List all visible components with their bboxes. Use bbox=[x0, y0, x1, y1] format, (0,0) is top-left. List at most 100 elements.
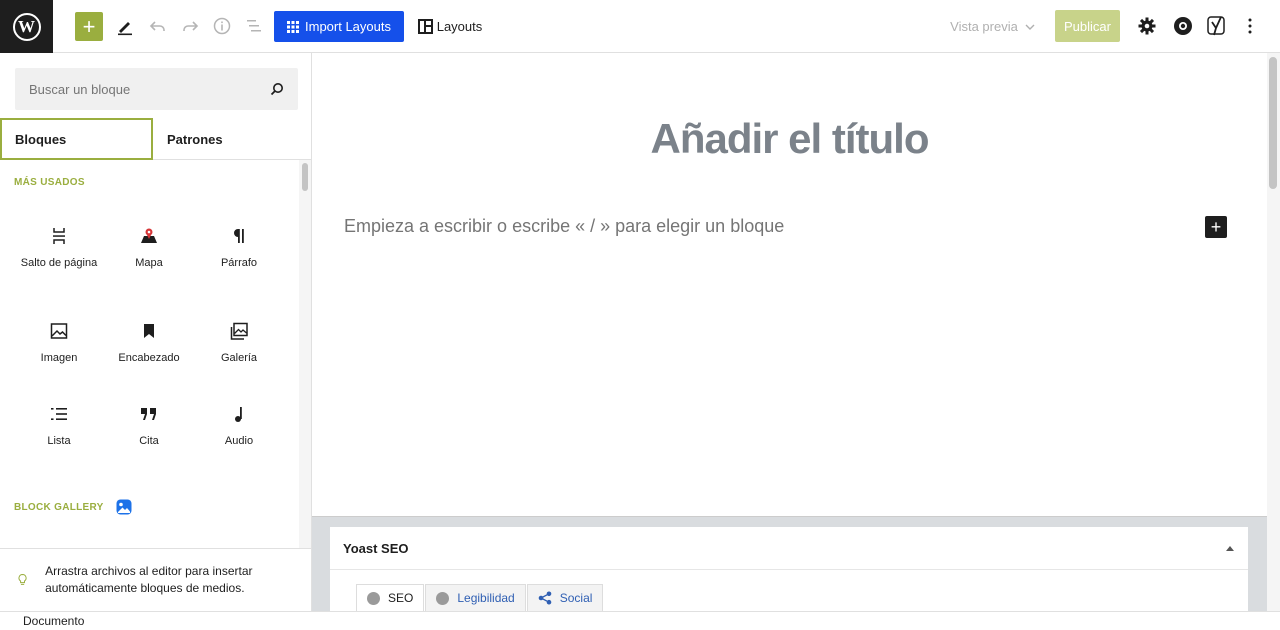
tools-button[interactable] bbox=[113, 14, 137, 38]
block-inserter-panel: Buscar un bloque Bloques Patrones MÁS US… bbox=[0, 53, 312, 611]
yoast-tab-label: Legibilidad bbox=[457, 591, 515, 605]
block-page-break[interactable]: Salto de página bbox=[14, 225, 104, 270]
editor-header: W + Import Layouts Layouts Vista previa … bbox=[0, 0, 1280, 53]
gear-icon bbox=[1138, 17, 1156, 35]
layouts-label: Layouts bbox=[436, 19, 483, 34]
wordpress-logo[interactable]: W bbox=[0, 0, 53, 53]
publish-label: Publicar bbox=[1064, 18, 1111, 34]
publish-button[interactable]: Publicar bbox=[1055, 10, 1120, 42]
yoast-icon bbox=[1207, 16, 1225, 36]
editor-scrollbar-thumb[interactable] bbox=[1269, 57, 1277, 189]
undo-icon bbox=[149, 21, 165, 31]
inserter-tabs: Bloques Patrones bbox=[0, 118, 311, 160]
block-image[interactable]: Imagen bbox=[14, 320, 104, 365]
block-map[interactable]: Mapa bbox=[104, 225, 194, 270]
map-icon bbox=[141, 228, 157, 243]
block-breadcrumb-footer: Documento bbox=[0, 611, 1280, 630]
editor-canvas: Añadir el título Empieza a escribir o es… bbox=[312, 53, 1267, 516]
info-icon bbox=[213, 17, 231, 35]
yoast-tab-label: Social bbox=[559, 591, 593, 605]
block-gallery-title: BLOCK GALLERY bbox=[14, 501, 104, 513]
preview-button[interactable]: Vista previa bbox=[948, 11, 1038, 42]
redo-button[interactable] bbox=[178, 14, 202, 38]
readability-score-dot-icon bbox=[436, 591, 450, 605]
block-label: Cita bbox=[139, 435, 159, 447]
block-search[interactable]: Buscar un bloque bbox=[15, 68, 298, 110]
yoast-metabox-title: Yoast SEO bbox=[343, 540, 409, 556]
list-view-icon bbox=[247, 20, 261, 32]
tip-text: Arrastra archivos al editor para inserta… bbox=[45, 564, 253, 595]
wordpress-icon: W bbox=[12, 12, 41, 41]
plus-icon: + bbox=[82, 13, 96, 39]
caret-up-icon[interactable] bbox=[1225, 544, 1235, 552]
page-break-icon bbox=[53, 228, 65, 244]
yoast-seo-metabox: Yoast SEO SEO Legibilidad Social bbox=[330, 527, 1248, 612]
redo-icon bbox=[183, 21, 199, 31]
seo-score-dot-icon bbox=[367, 591, 380, 605]
tab-blocks[interactable]: Bloques bbox=[0, 118, 153, 160]
pencil-icon bbox=[118, 22, 132, 36]
plugin-g-icon bbox=[1174, 17, 1192, 35]
inserter-tip: Arrastra archivos al editor para inserta… bbox=[0, 548, 311, 611]
block-label: Audio bbox=[224, 435, 254, 447]
most-used-heading: MÁS USADOS bbox=[14, 177, 85, 188]
block-label: Galería bbox=[220, 352, 258, 364]
block-label: Salto de página bbox=[20, 257, 98, 269]
share-icon bbox=[538, 591, 552, 605]
block-inserter-toggle-button[interactable]: + bbox=[75, 12, 103, 41]
block-quote[interactable]: Cita bbox=[104, 403, 194, 448]
block-gallery[interactable]: Galería bbox=[194, 320, 284, 365]
inline-block-inserter-button[interactable]: + bbox=[1205, 216, 1227, 238]
yoast-tab-seo[interactable]: SEO bbox=[356, 584, 425, 612]
block-label: Encabezado bbox=[118, 352, 180, 364]
post-title-input[interactable]: Añadir el título bbox=[312, 115, 1267, 163]
inserter-scrollbar[interactable] bbox=[299, 160, 311, 600]
settings-button[interactable] bbox=[1135, 14, 1159, 38]
quote-icon bbox=[141, 408, 156, 420]
block-label: Imagen bbox=[40, 352, 78, 364]
yoast-button[interactable] bbox=[1205, 14, 1229, 38]
block-label: Mapa bbox=[135, 257, 163, 269]
breadcrumb-document[interactable]: Documento bbox=[23, 614, 84, 628]
block-label: Párrafo bbox=[220, 257, 258, 269]
block-gallery-icon bbox=[116, 499, 132, 515]
more-options-button[interactable] bbox=[1238, 14, 1262, 38]
search-icon bbox=[270, 83, 283, 96]
audio-icon bbox=[235, 407, 242, 422]
outline-button[interactable] bbox=[242, 14, 266, 38]
yoast-tabs: SEO Legibilidad Social bbox=[356, 584, 604, 612]
more-vertical-icon bbox=[1248, 18, 1252, 34]
tab-patterns[interactable]: Patrones bbox=[167, 118, 223, 160]
inserter-scrollbar-thumb[interactable] bbox=[302, 163, 308, 191]
block-gallery-heading: BLOCK GALLERY bbox=[14, 499, 132, 515]
plugin-button[interactable] bbox=[1170, 14, 1194, 38]
plus-icon: + bbox=[1210, 216, 1222, 237]
paragraph-icon bbox=[234, 229, 244, 243]
block-paragraph[interactable]: Párrafo bbox=[194, 225, 284, 270]
list-icon bbox=[51, 408, 67, 420]
yoast-tab-readability[interactable]: Legibilidad bbox=[425, 584, 526, 612]
block-audio[interactable]: Audio bbox=[194, 403, 284, 448]
undo-button[interactable] bbox=[146, 14, 170, 38]
chevron-down-icon bbox=[1025, 24, 1035, 30]
lightbulb-icon bbox=[18, 574, 27, 585]
layouts-button[interactable]: Layouts bbox=[414, 11, 486, 42]
layout-icon bbox=[417, 19, 433, 34]
details-button[interactable] bbox=[210, 14, 234, 38]
grid-icon bbox=[287, 20, 299, 33]
paragraph-placeholder[interactable]: Empieza a escribir o escribe « / » para … bbox=[344, 216, 784, 237]
search-input[interactable]: Buscar un bloque bbox=[29, 82, 270, 97]
block-list[interactable]: Lista bbox=[14, 403, 104, 448]
import-layouts-label: Import Layouts bbox=[305, 19, 391, 34]
bookmark-icon bbox=[144, 324, 154, 338]
import-layouts-button[interactable]: Import Layouts bbox=[274, 11, 404, 42]
preview-label: Vista previa bbox=[950, 19, 1018, 34]
block-heading[interactable]: Encabezado bbox=[104, 320, 194, 365]
meta-boxes-area: Yoast SEO SEO Legibilidad Social bbox=[312, 516, 1267, 612]
yoast-metabox-header[interactable]: Yoast SEO bbox=[330, 527, 1248, 570]
yoast-tab-label: SEO bbox=[388, 591, 414, 605]
image-icon bbox=[50, 323, 68, 339]
block-label: Lista bbox=[47, 435, 71, 447]
gallery-icon bbox=[230, 322, 248, 340]
yoast-tab-social[interactable]: Social bbox=[526, 584, 604, 612]
